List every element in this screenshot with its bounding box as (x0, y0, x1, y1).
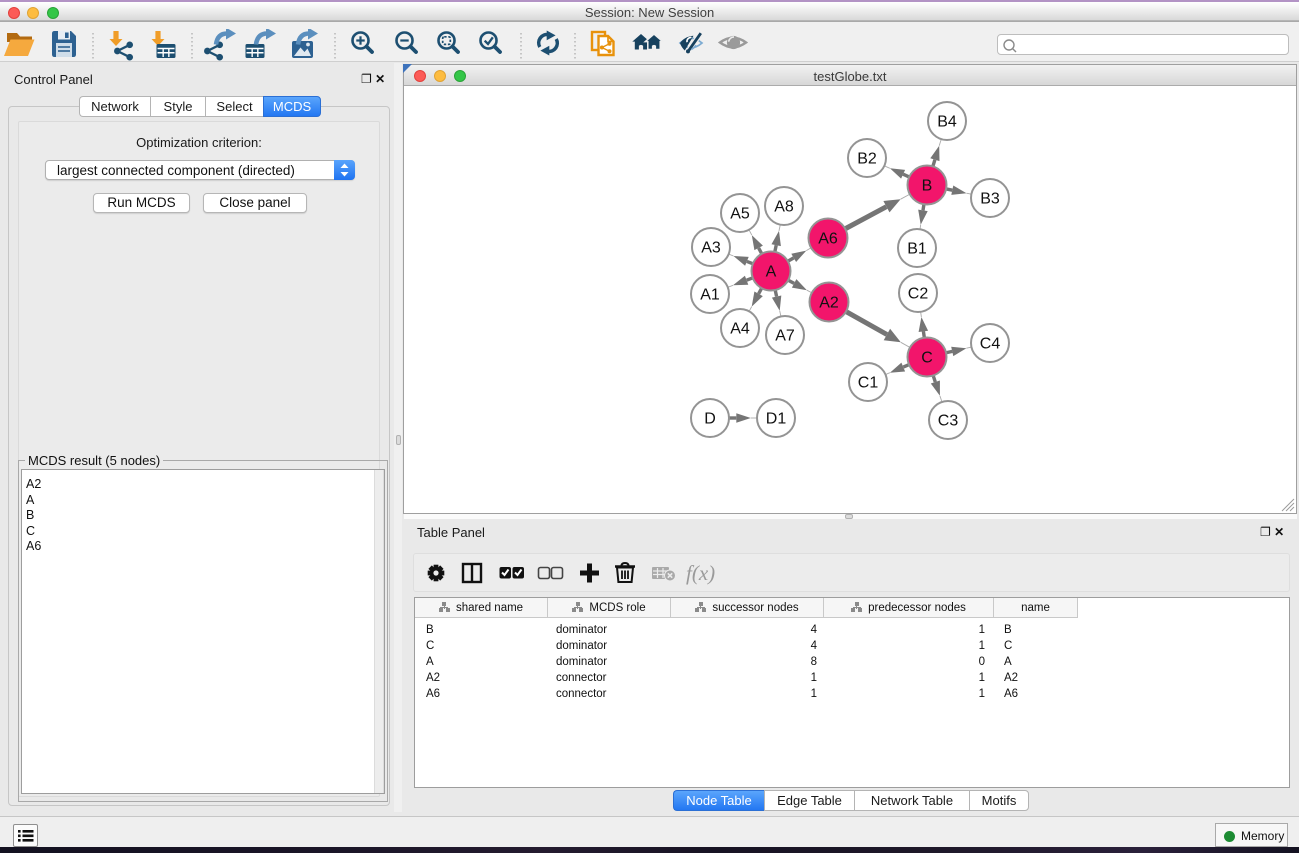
svg-text:A3: A3 (701, 240, 721, 257)
svg-text:C3: C3 (938, 413, 959, 430)
svg-text:f(x): f(x) (686, 561, 715, 585)
svg-text:B4: B4 (937, 114, 957, 131)
svg-text:B3: B3 (980, 191, 1000, 208)
svg-text:D: D (704, 411, 716, 428)
svg-text:A6: A6 (818, 231, 838, 248)
svg-text:C: C (921, 350, 933, 367)
svg-text:A5: A5 (730, 206, 750, 223)
svg-text:B1: B1 (907, 241, 927, 258)
svg-text:A2: A2 (819, 295, 839, 312)
svg-text:A4: A4 (730, 321, 750, 338)
svg-text:A8: A8 (774, 199, 794, 216)
svg-text:B: B (922, 178, 933, 195)
svg-text:C2: C2 (908, 286, 929, 303)
svg-text:B2: B2 (857, 151, 877, 168)
svg-text:A7: A7 (775, 328, 795, 345)
svg-text:C1: C1 (858, 375, 879, 392)
svg-text:D1: D1 (766, 411, 787, 428)
svg-text:C4: C4 (980, 336, 1001, 353)
svg-text:A1: A1 (700, 287, 720, 304)
svg-text:A: A (766, 264, 777, 281)
